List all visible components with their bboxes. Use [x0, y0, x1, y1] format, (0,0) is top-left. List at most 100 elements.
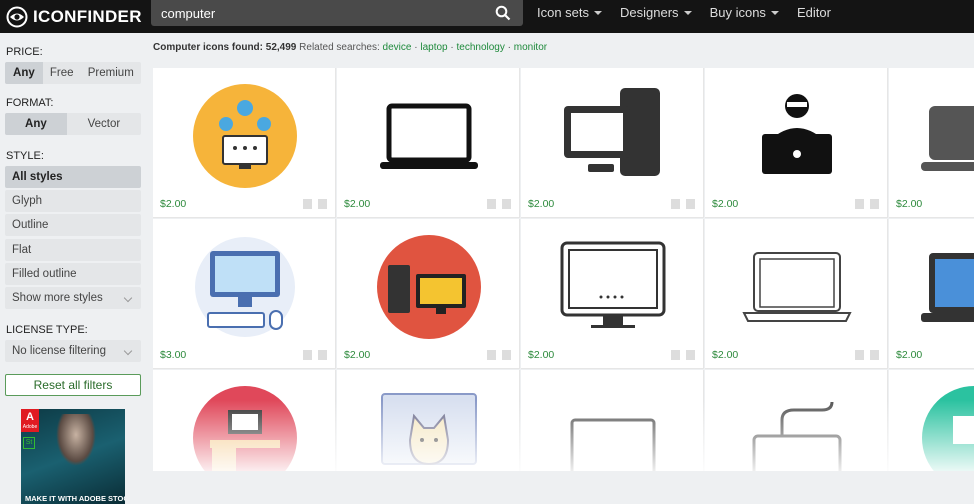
flag-icon[interactable]: [318, 350, 327, 360]
price-filter: Any Free Premium: [5, 62, 141, 84]
bookmark-icon[interactable]: [671, 350, 680, 360]
brand-name: ICONFINDER: [33, 6, 142, 26]
bookmark-icon[interactable]: [303, 199, 312, 209]
eye-logo-icon: [6, 6, 28, 27]
icon-price: $2.00: [344, 198, 371, 210]
bookmark-icon[interactable]: [487, 199, 496, 209]
show-more-label: Show more styles: [12, 292, 103, 304]
license-value: No license filtering: [12, 345, 106, 357]
bookmark-icon[interactable]: [487, 350, 496, 360]
icon-card[interactable]: $2.00: [889, 219, 974, 369]
icon-card[interactable]: $2.00: [337, 219, 520, 369]
style-label: STYLE:: [6, 150, 44, 162]
flag-icon[interactable]: [502, 350, 511, 360]
flag-icon[interactable]: [686, 199, 695, 209]
icon-card[interactable]: $2.00: [337, 68, 520, 218]
format-vector[interactable]: Vector: [67, 113, 141, 135]
monitor-outline-icon: [560, 241, 665, 328]
ad-brand: A: [26, 411, 34, 423]
icon-price: $2.00: [344, 349, 371, 361]
style-flat[interactable]: Flat: [5, 239, 141, 261]
nav-buy-icons[interactable]: Buy icons: [710, 5, 779, 20]
pc-tower-monitor-icon: [376, 235, 481, 339]
nav-label: Designers: [620, 5, 679, 20]
stock-badge: St: [23, 437, 35, 449]
results-prefix: Computer icons found:: [153, 42, 263, 53]
search-value: computer: [161, 5, 216, 21]
programmer-icon: [761, 94, 832, 174]
format-any[interactable]: Any: [5, 113, 67, 135]
adobe-logo: A Adobe: [21, 409, 39, 432]
filter-sidebar: PRICE: Any Free Premium FORMAT: Any Vect…: [0, 33, 150, 504]
bookmark-icon[interactable]: [671, 199, 680, 209]
style-filled-outline[interactable]: Filled outline: [5, 263, 141, 285]
bookmark-icon[interactable]: [303, 350, 312, 360]
laptop-outline-2-icon: [741, 252, 852, 322]
nav-editor[interactable]: Editor: [797, 5, 831, 20]
results-summary: Computer icons found: 52,499 Related sea…: [153, 42, 548, 53]
ad-portrait: [56, 414, 96, 466]
bookmark-icon[interactable]: [855, 350, 864, 360]
brand-logo[interactable]: ICONFINDER: [0, 6, 150, 28]
icon-card[interactable]: $2.00: [705, 68, 888, 218]
flag-icon[interactable]: [318, 199, 327, 209]
chevron-down-icon: [123, 346, 133, 356]
chevron-down-icon: [123, 293, 133, 303]
search-icon[interactable]: [495, 5, 511, 21]
icon-card[interactable]: $2.00: [889, 68, 974, 218]
icon-price: $2.00: [528, 198, 555, 210]
price-any[interactable]: Any: [5, 62, 43, 84]
imac-workstation-icon: [194, 237, 295, 337]
license-select[interactable]: No license filtering: [5, 340, 141, 362]
laptop-flat-icon: [921, 253, 974, 322]
reset-filters-button[interactable]: Reset all filters: [5, 374, 141, 396]
nav-label: Editor: [796, 5, 831, 20]
desktop-tower-icon: [563, 88, 660, 176]
icon-card[interactable]: $2.00: [521, 68, 704, 218]
format-filter: Any Vector: [5, 113, 141, 135]
adobe-stock-ad[interactable]: A Adobe St MAKE IT WITH ADOBE STOCK: [21, 409, 125, 504]
license-label: LICENSE TYPE:: [6, 324, 88, 336]
related-device[interactable]: device: [383, 42, 412, 53]
style-glyph[interactable]: Glyph: [5, 190, 141, 212]
bookmark-icon[interactable]: [855, 199, 864, 209]
laptop-outline-icon: [379, 103, 478, 169]
icon-card[interactable]: $2.00: [521, 219, 704, 369]
chevron-down-icon: [594, 10, 603, 15]
price-premium[interactable]: Premium: [81, 62, 141, 84]
style-all[interactable]: All styles: [5, 166, 141, 188]
flag-icon[interactable]: [870, 350, 879, 360]
flag-icon[interactable]: [870, 199, 879, 209]
format-label: FORMAT:: [6, 97, 54, 109]
search-input[interactable]: computer: [151, 0, 523, 26]
nav-icon-sets[interactable]: Icon sets: [537, 5, 603, 20]
nav-label: Icon sets: [537, 5, 590, 20]
chevron-down-icon: [683, 10, 692, 15]
icon-price: $2.00: [896, 349, 923, 361]
icon-card[interactable]: $3.00: [153, 219, 336, 369]
icon-price: $2.00: [528, 349, 555, 361]
related-technology[interactable]: technology: [456, 42, 504, 53]
nav-label: Buy icons: [709, 5, 766, 20]
price-free[interactable]: Free: [43, 62, 81, 84]
top-nav: Icon sets Designers Buy icons Editor: [537, 5, 831, 20]
icon-card[interactable]: $2.00: [153, 68, 336, 218]
show-more-styles[interactable]: Show more styles: [5, 287, 141, 309]
icon-price: $3.00: [160, 349, 187, 361]
icon-card[interactable]: $2.00: [705, 219, 888, 369]
style-outline[interactable]: Outline: [5, 214, 141, 236]
nav-designers[interactable]: Designers: [620, 5, 692, 20]
ad-text: MAKE IT WITH ADOBE STOCK: [25, 494, 125, 503]
flag-icon[interactable]: [686, 350, 695, 360]
price-label: PRICE:: [6, 46, 43, 58]
related-label: Related searches:: [299, 42, 380, 53]
related-laptop[interactable]: laptop: [420, 42, 447, 53]
flag-icon[interactable]: [502, 199, 511, 209]
results-count: 52,499: [265, 42, 297, 53]
laptop-glyph-icon: [921, 106, 974, 171]
related-monitor[interactable]: monitor: [514, 42, 547, 53]
chevron-down-icon: [770, 10, 779, 15]
icon-price: $2.00: [896, 198, 923, 210]
scroll-fade: [153, 400, 974, 471]
ad-brand-sub: Adobe: [22, 424, 38, 430]
